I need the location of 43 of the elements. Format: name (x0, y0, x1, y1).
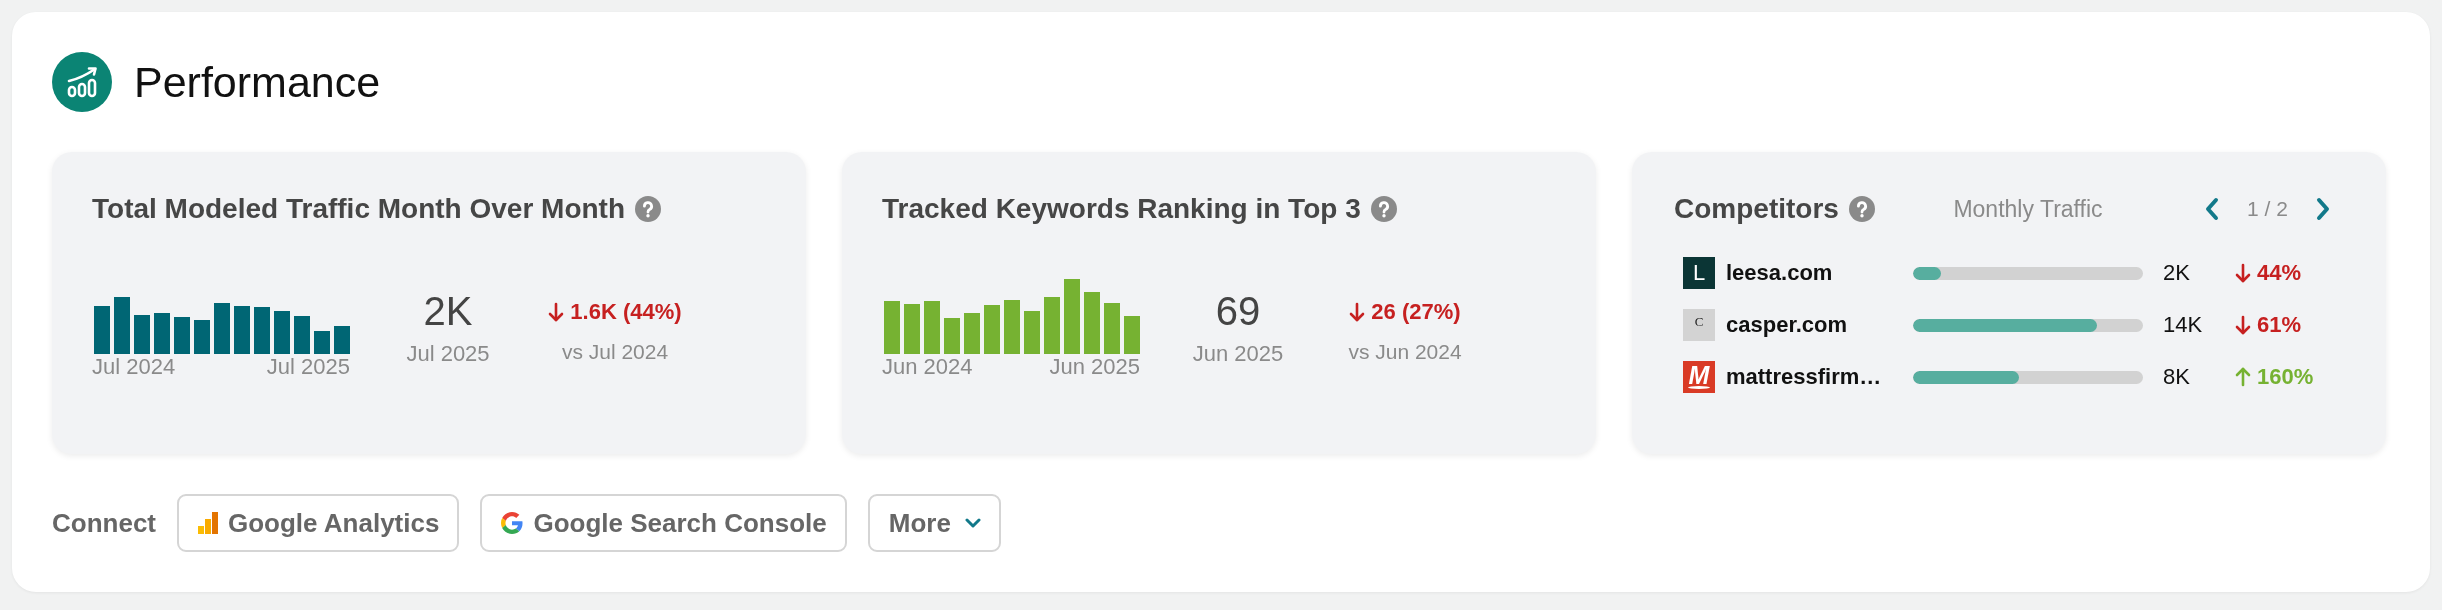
google-g-icon (501, 512, 524, 534)
analytics-bars-icon (198, 512, 218, 534)
axis-label: Jul 2025 (266, 354, 350, 380)
competitor-name: casper.com (1726, 312, 1848, 338)
comparison-label: vs Jun 2024 (1348, 339, 1462, 365)
change-value: 26 (27%) (1371, 299, 1461, 325)
section-title: Performance (134, 57, 381, 107)
axis-label: Jun 2025 (1049, 354, 1140, 380)
traffic-value: 2K (2163, 260, 2190, 286)
axis-label: Jul 2024 (92, 354, 176, 380)
comparison-label: vs Jul 2024 (561, 339, 669, 365)
change-value: 160% (2257, 364, 2314, 390)
site-logo: L (1683, 257, 1715, 289)
growth-chart-icon (52, 52, 112, 112)
competitor-name: mattressfirm… (1726, 364, 1882, 390)
metric-period: Jun 2025 (1192, 341, 1284, 367)
connect-label: Connect (52, 507, 156, 539)
help-icon[interactable] (1848, 196, 1875, 222)
chevron-down-icon (964, 517, 981, 529)
help-icon[interactable] (1370, 196, 1397, 222)
chevron-left-icon (2203, 197, 2221, 221)
previous-page-button[interactable] (2203, 197, 2221, 221)
page-indicator: 1 / 2 (2247, 197, 2288, 221)
competitor-name: leesa.com (1726, 260, 1833, 286)
metric-period: Jul 2025 (406, 341, 490, 367)
search-console-button[interactable]: Google Search Console (480, 494, 847, 552)
site-logo: M (1683, 361, 1715, 393)
site-logo: C (1683, 309, 1715, 341)
google-analytics-button[interactable]: Google Analytics (177, 494, 460, 552)
column-label: Monthly Traffic (1952, 195, 2104, 223)
change-value: 61% (2257, 312, 2302, 338)
more-button[interactable]: More (867, 494, 1001, 552)
metric-value: 69 (1215, 288, 1261, 335)
change-value: 44% (2257, 260, 2302, 286)
help-icon[interactable] (635, 196, 662, 222)
change-value: 1.6K (44%) (570, 299, 682, 325)
card-title: Total Modeled Traffic Month Over Month (92, 193, 626, 225)
card-title: Tracked Keywords Ranking in Top 3 (882, 193, 1361, 225)
traffic-value: 14K (2163, 312, 2203, 338)
traffic-value: 8K (2163, 364, 2190, 390)
card-title: Competitors (1674, 193, 1839, 225)
metric-value: 2K (423, 288, 473, 335)
axis-label: Jun 2024 (882, 354, 973, 380)
